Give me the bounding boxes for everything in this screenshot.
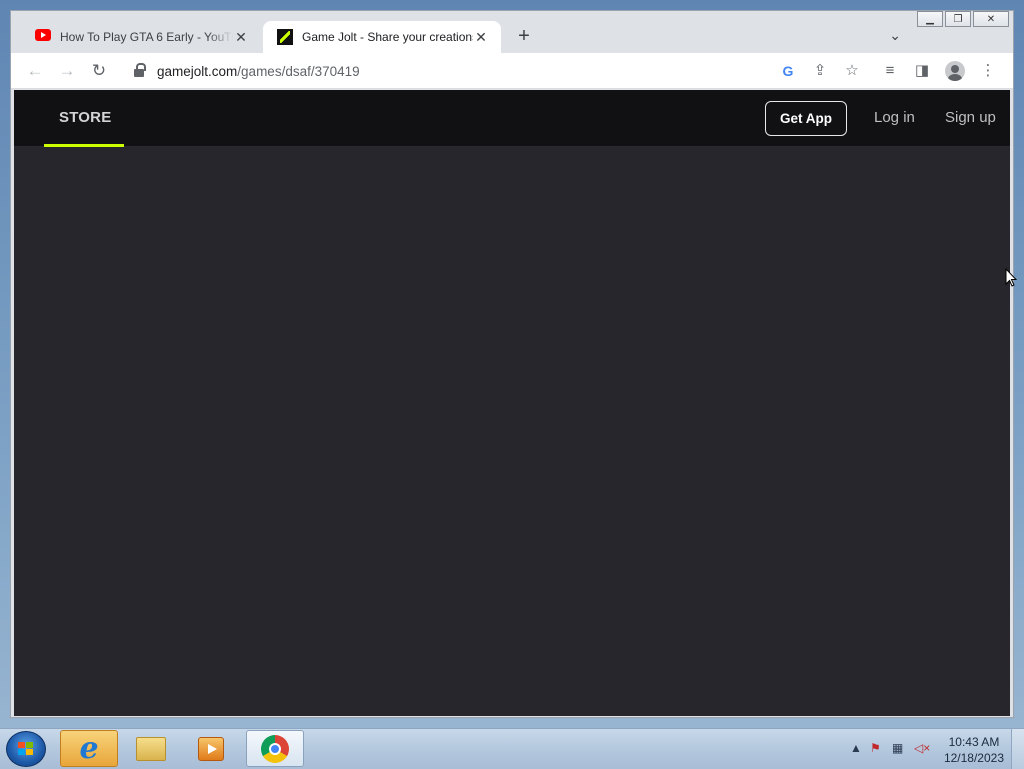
get-app-button[interactable]: Get App (765, 101, 847, 136)
page-content-area (14, 147, 1010, 716)
back-arrow-icon[interactable]: ← (23, 59, 47, 83)
signup-link[interactable]: Sign up (945, 109, 996, 126)
tab-search-chevron-icon[interactable]: ⌄ (889, 27, 901, 44)
media-player-icon[interactable] (198, 737, 224, 761)
media-controls-icon[interactable]: ≡ (879, 60, 901, 82)
url-host: gamejolt.com (157, 64, 238, 79)
address-bar[interactable]: gamejolt.com/games/dsaf/370419 (157, 64, 360, 79)
tab-youtube[interactable]: How To Play GTA 6 Early - YouTube ✕ (21, 21, 261, 53)
tab-title: How To Play GTA 6 Early - YouTube (60, 30, 233, 44)
system-tray: ▲ ⚑ ▦ ◁× 10:43 AM 12/18/2023 (844, 729, 1024, 769)
window-controls: ▁ ❐ ✕ (915, 11, 1009, 27)
forward-arrow-icon[interactable]: → (55, 59, 79, 83)
nav-store-label: STORE (59, 109, 112, 126)
mouse-cursor-icon (1005, 268, 1017, 287)
tab-close-icon[interactable]: ✕ (473, 29, 489, 45)
internet-explorer-icon: e (79, 731, 99, 766)
clock[interactable]: 10:43 AM 12/18/2023 (944, 734, 1004, 766)
url-path: /games/dsaf/370419 (237, 64, 360, 79)
show-desktop-button[interactable] (1011, 729, 1024, 769)
close-window-button[interactable]: ✕ (973, 11, 1009, 27)
lock-icon[interactable] (133, 63, 147, 79)
restore-button[interactable]: ❐ (945, 11, 971, 27)
network-icon[interactable]: ▦ (892, 741, 903, 755)
new-tab-button[interactable]: + (513, 25, 535, 47)
gamejolt-icon (277, 29, 293, 45)
start-button[interactable] (6, 731, 46, 767)
tab-strip: How To Play GTA 6 Early - YouTube ✕ Game… (11, 11, 1013, 53)
page-viewport: STORE Get App Log in Sign up (14, 90, 1010, 716)
tab-close-icon[interactable]: ✕ (233, 29, 249, 45)
reload-icon[interactable]: ↻ (87, 59, 111, 83)
nav-store-link[interactable]: STORE (44, 90, 124, 147)
browser-window: How To Play GTA 6 Early - YouTube ✕ Game… (10, 10, 1014, 718)
menu-kebab-icon[interactable]: ⋮ (977, 60, 999, 82)
tab-gamejolt[interactable]: Game Jolt - Share your creations ✕ (263, 21, 501, 53)
profile-avatar-icon[interactable] (944, 60, 966, 82)
chrome-icon (261, 734, 289, 763)
youtube-icon (35, 29, 51, 45)
google-lens-icon[interactable]: G (777, 60, 799, 82)
chrome-taskbar-button[interactable] (246, 730, 304, 767)
internet-explorer-taskbar-button[interactable]: e (60, 730, 118, 767)
file-explorer-icon[interactable] (136, 737, 166, 761)
minimize-button[interactable]: ▁ (917, 11, 943, 27)
action-center-flag-icon[interactable]: ⚑ (870, 741, 881, 755)
bookmark-star-icon[interactable]: ☆ (841, 60, 863, 82)
side-panel-icon[interactable]: ◨ (911, 60, 933, 82)
clock-date: 12/18/2023 (943, 751, 1004, 765)
site-header: STORE Get App Log in Sign up (14, 90, 1010, 147)
tab-title: Game Jolt - Share your creations (302, 30, 473, 44)
windows-logo-icon (18, 742, 34, 756)
volume-muted-icon[interactable]: ◁× (914, 741, 930, 755)
browser-toolbar: ← → ↻ gamejolt.com/games/dsaf/370419 G ⇪… (11, 53, 1013, 89)
login-link[interactable]: Log in (874, 109, 915, 126)
show-hidden-icons-arrow-icon[interactable]: ▲ (850, 741, 862, 755)
share-icon[interactable]: ⇪ (809, 60, 831, 82)
windows-taskbar: e ▲ ⚑ ▦ ◁× 10:43 AM 12/18/2023 (0, 728, 1024, 769)
clock-time: 10:43 AM (948, 735, 1000, 749)
